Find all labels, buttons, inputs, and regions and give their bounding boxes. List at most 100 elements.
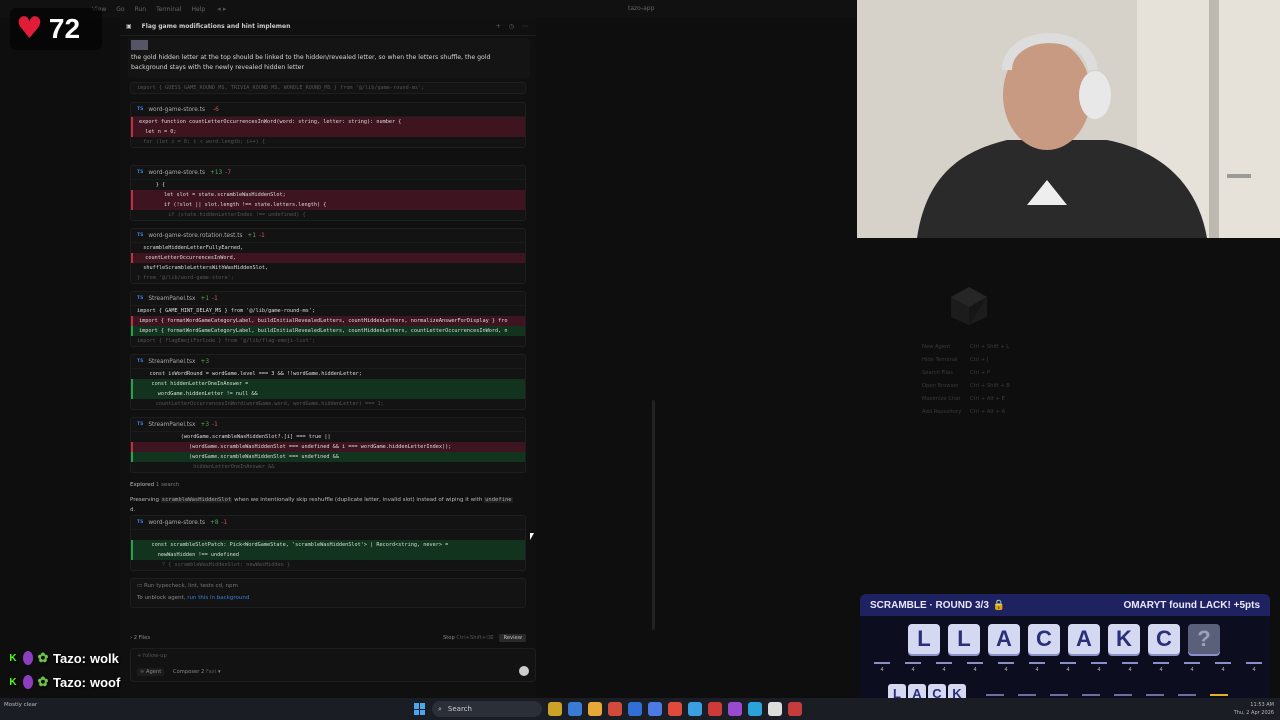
attached-image-thumbnail[interactable]	[131, 40, 148, 50]
app-icon[interactable]	[788, 702, 802, 716]
diff-additions: +3	[200, 421, 210, 428]
send-button[interactable]	[519, 666, 529, 676]
heart-icon: ♥	[16, 11, 43, 46]
steam-icon[interactable]	[728, 702, 742, 716]
shortcut-label: Open Browser	[922, 383, 959, 389]
typescript-icon: TS	[137, 170, 144, 175]
diff-file-name: word-game-store.ts	[148, 106, 205, 113]
scramble-tile[interactable]: C	[1028, 624, 1060, 654]
code-line: (wordGame.scrambleWasHiddenSlot === unde…	[131, 442, 525, 452]
diff-file-name: word-game-store.ts	[148, 169, 205, 176]
review-button[interactable]: Review	[499, 634, 526, 642]
agent-mode-select[interactable]: ∞ Agent	[137, 668, 165, 676]
diff-deletions: -1	[259, 232, 265, 239]
code-line: hiddenLetterOneInAnswer &&	[137, 464, 275, 470]
store-icon[interactable]	[628, 702, 642, 716]
discord-icon[interactable]	[748, 702, 762, 716]
diff-deletions: -7	[225, 169, 232, 176]
new-chat-icon[interactable]: +	[496, 23, 501, 30]
code-line: import { flagEmojiForCode } from '@/lib/…	[137, 338, 316, 344]
diff-file-header[interactable]: TS word-game-store.ts -6	[131, 103, 525, 117]
mic-badge-icon	[23, 651, 33, 665]
diff-file-header[interactable]: TS word-game-store.ts +8 -1	[131, 516, 525, 530]
taskbar: Mostly clear ⌕ Search 11:53 AM Thu, 2 Apr …	[0, 698, 1280, 720]
diff-file-header[interactable]: TS word-game-store.rotation.test.ts +1 -1	[131, 229, 525, 243]
screen: ViewGoRunTerminalHelp ◂ ▸ tazo-app ▣ Fla…	[0, 0, 1280, 720]
chrome-icon[interactable]	[708, 702, 722, 716]
task-view-icon[interactable]	[568, 702, 582, 716]
obs-icon[interactable]	[688, 702, 702, 716]
taskbar-search[interactable]: ⌕ Search	[432, 701, 542, 717]
code-line: import { formatWordGameCategoryLabel, bu…	[131, 326, 525, 336]
scramble-tile[interactable]: C	[1148, 624, 1180, 654]
code-line: countLetterOccurrencesInWord(wordGame.wo…	[137, 401, 384, 407]
scramble-tiles: L L A C A K C?	[908, 624, 1220, 654]
scrollbar[interactable]	[652, 400, 655, 630]
shortcut-keys: Ctrl + J	[970, 357, 989, 363]
diff-file-header[interactable]: TS StreamPanel.tsx +1 -1	[131, 292, 525, 306]
diff-file-name: word-game-store.ts	[148, 519, 205, 526]
windows-start-icon[interactable]	[414, 703, 426, 715]
search-icon: ⌕	[438, 704, 442, 713]
history-icon[interactable]: ◷	[509, 23, 514, 30]
diff-additions: +8	[210, 519, 219, 526]
diff-file-name: word-game-store.rotation.test.ts	[148, 232, 243, 239]
chat-title: Flag game modifications and hint impleme…	[141, 23, 291, 30]
shortcut-keys: Ctrl + Shift + L	[970, 344, 1010, 350]
tile-points: 4	[1246, 662, 1262, 673]
tile-points-row: 4 4 4 4 4 4 4 4 4 4 4 4 4	[874, 662, 1262, 673]
files-bar: › 2 Files Stop Ctrl+Shift+⌫ Review	[130, 632, 526, 644]
mic-badge-icon	[23, 675, 33, 689]
shortcut-keys: Ctrl + Shift + B	[970, 383, 1010, 389]
explored-note[interactable]: Explored 1 search	[130, 482, 179, 488]
firefox-icon[interactable]	[608, 702, 622, 716]
file-explorer-icon[interactable]	[588, 702, 602, 716]
chat-message: K ✿ Tazo: woof	[6, 670, 134, 694]
menu-item-terminal[interactable]: Terminal	[156, 6, 181, 13]
code-line: export function countLetterOccurrencesIn…	[131, 117, 525, 127]
tile-points: 4	[1215, 662, 1231, 673]
scramble-tile[interactable]: A	[988, 624, 1020, 654]
cursor-app-icon[interactable]	[668, 702, 682, 716]
tile-points: 4	[905, 662, 921, 673]
diff-file-name: StreamPanel.tsx	[148, 421, 196, 428]
typescript-icon: TS	[137, 296, 144, 301]
menu-item-run[interactable]: Run	[135, 6, 147, 13]
nav-arrows-icon[interactable]: ◂ ▸	[217, 5, 226, 13]
diff-file-header[interactable]: TS StreamPanel.tsx +3 -1	[131, 418, 525, 432]
files-toggle[interactable]: › 2 Files	[130, 635, 150, 641]
vscode-icon[interactable]	[648, 702, 662, 716]
webcam-feed	[857, 0, 1280, 238]
diff-deletions: -6	[213, 106, 219, 113]
run-in-background-link[interactable]: run this in background	[187, 595, 249, 601]
system-clock[interactable]: 11:53 AM Thu, 2 Apr 2026	[1234, 701, 1274, 717]
menu-item-help[interactable]: Help	[191, 6, 205, 13]
diff-file-header[interactable]: TS StreamPanel.tsx +3	[131, 355, 525, 369]
diff-file-header[interactable]: TS word-game-store.ts +13 -7	[131, 166, 525, 180]
stop-button[interactable]: Stop Ctrl+Shift+⌫	[443, 635, 494, 641]
shortcut-row: New Agent Ctrl + Shift + L	[922, 344, 1010, 357]
typescript-icon: TS	[137, 359, 144, 364]
model-select[interactable]: Composer 2 Fast ▾	[173, 669, 221, 675]
scramble-tile[interactable]: L	[948, 624, 980, 654]
menu-item-go[interactable]: Go	[116, 6, 124, 13]
user-message-text: the gold hidden letter at the top should…	[131, 54, 491, 71]
lock-icon: 🔒	[992, 599, 1006, 611]
app-icon[interactable]	[768, 702, 782, 716]
terminal-command-card: ▭ Run typecheck, lint, tests cd, npm To …	[130, 578, 526, 608]
diff-card: TS word-game-store.ts -6 export function co…	[130, 102, 526, 148]
scramble-tile[interactable]: A	[1068, 624, 1100, 654]
sidebar-toggle-icon[interactable]: ▣	[126, 23, 132, 30]
files-count: 2 Files	[133, 635, 151, 641]
weather-widget[interactable]: Mostly clear	[4, 702, 37, 708]
tile-points: 4	[874, 662, 890, 673]
scramble-tile[interactable]: ?	[1188, 624, 1220, 654]
more-icon[interactable]: ⋯	[522, 23, 528, 30]
widgets-icon[interactable]	[548, 702, 562, 716]
chat-input[interactable]: + follow-up ∞ Agent Composer 2 Fast ▾	[130, 648, 536, 682]
scramble-tile[interactable]: L	[908, 624, 940, 654]
cursor-logo-icon	[951, 287, 987, 325]
explored-count: 1 search	[155, 482, 180, 488]
scramble-tile[interactable]: K	[1108, 624, 1140, 654]
code-line: } from '@/lib/word-game-store';	[137, 275, 234, 281]
